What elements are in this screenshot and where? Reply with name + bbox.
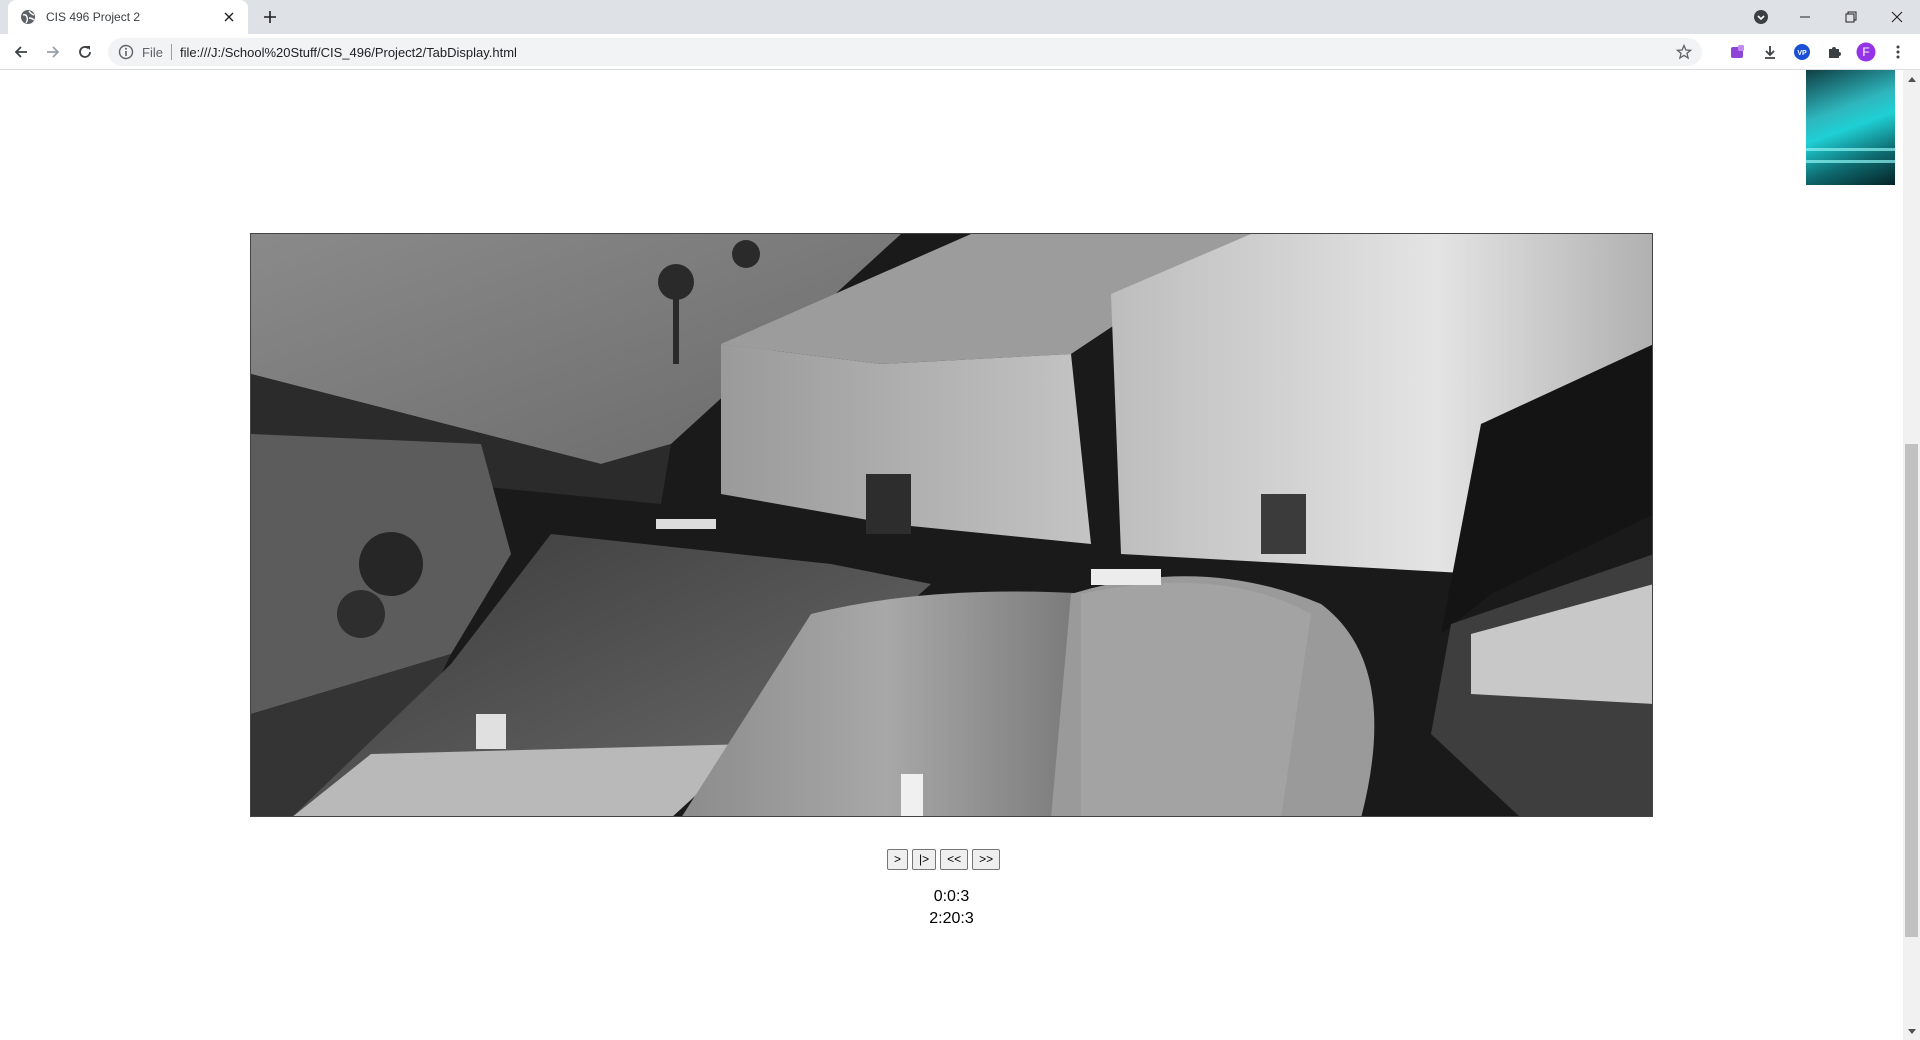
minimize-button[interactable]: [1782, 0, 1828, 34]
address-bar[interactable]: File file:///J:/School%20Stuff/CIS_496/P…: [108, 38, 1702, 66]
thumbnail-image[interactable]: [1806, 70, 1895, 185]
url-text[interactable]: file:///J:/School%20Stuff/CIS_496/Projec…: [180, 45, 1674, 60]
reload-icon: [79, 46, 91, 58]
extensions-icon: [1829, 47, 1841, 58]
profile-initial: F: [1862, 45, 1870, 59]
profile-button[interactable]: F: [1854, 40, 1878, 64]
scroll-up-arrow-icon[interactable]: [1903, 70, 1920, 87]
tab-title: CIS 496 Project 2: [46, 10, 141, 24]
extension-puzzle-icon: [1731, 45, 1744, 58]
forward-arrow-icon: [47, 46, 60, 58]
reload-button[interactable]: [73, 40, 97, 64]
vertical-scrollbar[interactable]: [1903, 70, 1920, 1040]
video-frame[interactable]: [250, 233, 1653, 817]
star-icon[interactable]: [1674, 42, 1694, 62]
tab-search-icon: [1754, 10, 1768, 24]
close-window-button[interactable]: [1874, 0, 1920, 34]
svg-text:VP: VP: [1797, 50, 1807, 57]
close-tab-icon[interactable]: [220, 8, 238, 26]
browser-tab[interactable]: CIS 496 Project 2: [8, 0, 248, 34]
forward-button[interactable]: [41, 40, 65, 64]
browser-toolbar: File file:///J:/School%20Stuff/CIS_496/P…: [0, 34, 1920, 70]
plus-icon: [264, 11, 276, 23]
minimize-icon: [1800, 16, 1810, 18]
vpn-icon: VP: [1794, 44, 1810, 60]
playback-controls: > |> << >>: [887, 849, 1001, 871]
extensions-button[interactable]: [1822, 40, 1846, 64]
tab-strip: CIS 496 Project 2: [0, 0, 1920, 34]
extension-puzzle-button[interactable]: [1726, 40, 1750, 64]
close-icon: [1891, 11, 1903, 23]
play-button[interactable]: >: [887, 849, 909, 870]
step-frame-button[interactable]: |>: [912, 849, 937, 870]
restore-icon: [1845, 11, 1857, 23]
omnibox-divider: [170, 44, 172, 60]
download-icon: [1765, 46, 1775, 59]
scroll-down-arrow-icon[interactable]: [1903, 1023, 1920, 1040]
download-button[interactable]: [1758, 40, 1782, 64]
back-button[interactable]: [9, 40, 33, 64]
page-viewport: > |> << >> 0:0:3 2:20:3: [0, 70, 1903, 1040]
tab-search-button[interactable]: [1738, 0, 1784, 34]
new-tab-button[interactable]: [258, 7, 282, 27]
duration-time: 2:20:3: [929, 910, 974, 927]
kebab-menu-icon: [1896, 45, 1900, 59]
vpn-extension-button[interactable]: VP: [1790, 40, 1814, 64]
globe-icon: [20, 9, 36, 25]
scrollbar-thumb[interactable]: [1905, 444, 1918, 937]
back-arrow-icon: [14, 46, 27, 58]
url-scheme-label: File: [142, 44, 163, 60]
rewind-button[interactable]: <<: [940, 849, 969, 870]
info-icon[interactable]: [118, 44, 134, 60]
restore-button[interactable]: [1828, 0, 1874, 34]
fast-forward-button[interactable]: >>: [972, 849, 1001, 870]
current-time: 0:0:3: [933, 888, 970, 905]
video-image: [251, 234, 1652, 816]
browser-menu-button[interactable]: [1886, 40, 1910, 64]
